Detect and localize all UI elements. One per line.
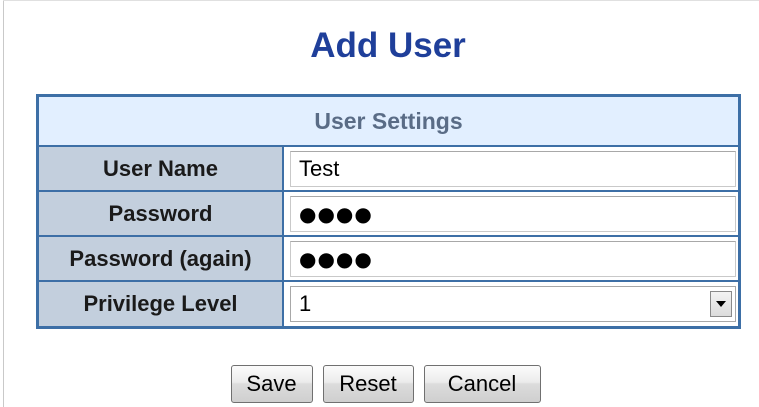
form-actions: Save Reset Cancel: [0, 365, 759, 403]
page-top-border: [3, 0, 759, 1]
privilege-level-value: 1: [299, 291, 312, 316]
user-name-row: User Name: [39, 147, 738, 192]
user-name-cell: [284, 147, 738, 190]
user-name-input[interactable]: [290, 151, 736, 187]
cancel-button[interactable]: Cancel: [423, 365, 541, 403]
chevron-down-icon: [716, 301, 726, 307]
reset-button[interactable]: Reset: [322, 365, 414, 403]
privilege-level-row: Privilege Level 1: [39, 282, 738, 326]
privilege-level-select[interactable]: 1: [290, 286, 736, 322]
password-again-label: Password (again): [39, 237, 284, 280]
page-title: Add User: [310, 26, 466, 65]
privilege-level-label: Privilege Level: [39, 282, 284, 326]
save-button[interactable]: Save: [230, 365, 313, 403]
password-again-row: Password (again): [39, 237, 738, 282]
password-label: Password: [39, 192, 284, 235]
user-settings-table: User Settings User Name Password Passwor…: [36, 94, 741, 329]
password-cell: [284, 192, 738, 235]
password-row: Password: [39, 192, 738, 237]
privilege-level-cell: 1: [284, 282, 738, 326]
user-name-label: User Name: [39, 147, 284, 190]
password-input[interactable]: [290, 196, 736, 232]
password-again-cell: [284, 237, 738, 280]
user-settings-header: User Settings: [39, 97, 738, 147]
add-user-page: Add User User Settings User Name Passwor…: [0, 0, 759, 407]
password-again-input[interactable]: [290, 241, 736, 277]
dropdown-button[interactable]: [710, 291, 732, 317]
